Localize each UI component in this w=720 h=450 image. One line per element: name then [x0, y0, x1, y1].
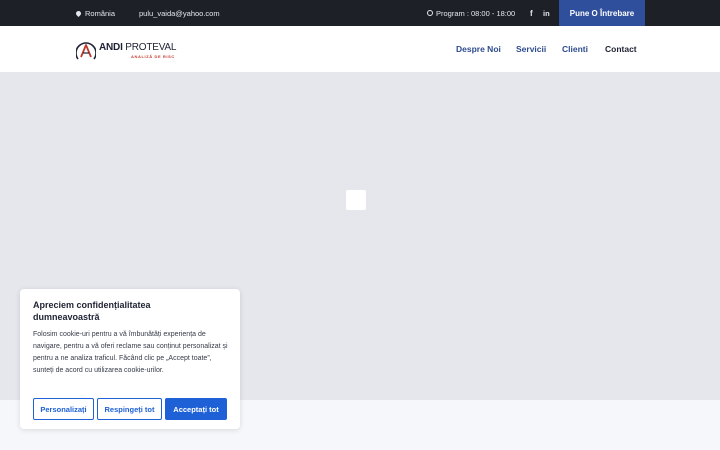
site-header: ANDI PROTEVAL ANALIZĂ DE RISC Despre Noi… [0, 26, 720, 72]
accept-all-button[interactable]: Acceptați tot [165, 398, 227, 420]
top-bar: România pulu_vaida@yahoo.com Program : 0… [0, 0, 720, 26]
map-pin-icon [74, 9, 83, 17]
nav-contact[interactable]: Contact [605, 26, 637, 72]
site-logo[interactable]: ANDI PROTEVAL ANALIZĂ DE RISC [76, 39, 176, 61]
clock-icon [427, 10, 433, 16]
email-link[interactable]: pulu_vaida@yahoo.com [139, 0, 220, 26]
logo-brand: ANDI PROTEVAL [99, 42, 176, 53]
nav-clienti[interactable]: Clienti [562, 26, 588, 72]
logo-tagline: ANALIZĂ DE RISC [131, 54, 175, 59]
location-text: România [85, 8, 116, 18]
logo-text: ANDI PROTEVAL ANALIZĂ DE RISC [99, 42, 176, 59]
nav-despre-noi[interactable]: Despre Noi [456, 26, 501, 72]
cookie-text: Folosim cookie-uri pentru a vă îmbunătăț… [33, 331, 228, 374]
schedule-text: Program : 08:00 - 18:00 [436, 8, 516, 18]
nav-servicii[interactable]: Servicii [516, 26, 546, 72]
email-text[interactable]: pulu_vaida@yahoo.com [139, 9, 220, 18]
logo-bold: ANDI [99, 42, 123, 53]
schedule-info: Program : 08:00 - 18:00 [427, 0, 515, 26]
linkedin-icon[interactable]: in [543, 0, 550, 26]
reject-all-button[interactable]: Respingeți tot [97, 398, 162, 420]
facebook-glyph[interactable]: f [530, 9, 533, 18]
location-info: România [74, 0, 116, 26]
facebook-icon[interactable]: f [530, 0, 533, 26]
logo-light: PROTEVAL [125, 42, 177, 53]
cookie-title: Apreciem confidențialitatea dumneavoastr… [33, 300, 151, 322]
ask-question-button[interactable]: Pune O Întrebare [559, 0, 645, 26]
loading-spinner [346, 190, 366, 210]
customize-button[interactable]: Personalizați [33, 398, 94, 420]
logo-mark-icon [76, 42, 96, 60]
linkedin-glyph[interactable]: in [543, 9, 550, 18]
cookie-consent-dialog: Apreciem confidențialitatea dumneavoastr… [20, 289, 240, 429]
